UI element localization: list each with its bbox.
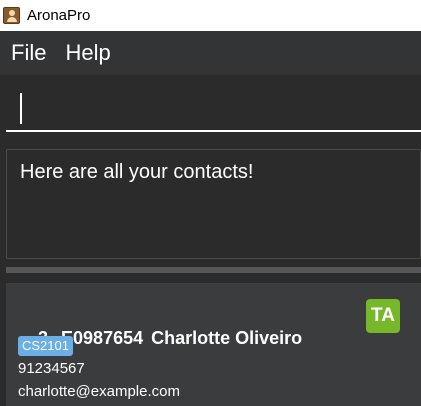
title-bar: AronaPro (0, 0, 421, 31)
result-display: Here are all your contacts! (6, 149, 421, 259)
command-input[interactable] (6, 85, 421, 130)
list-divider (6, 267, 421, 273)
menu-file[interactable]: File (11, 40, 46, 66)
tag-badge: CS2101 (18, 336, 73, 356)
command-box[interactable] (6, 85, 421, 132)
menu-help[interactable]: Help (65, 40, 110, 66)
contact-phone: 91234567 (18, 360, 85, 377)
contact-name: Charlotte Oliveiro (151, 328, 303, 348)
result-message: Here are all your contacts! (20, 161, 254, 183)
role-badge: TA (366, 299, 400, 333)
menu-bar: File Help (0, 31, 421, 75)
window-title: AronaPro (27, 7, 91, 24)
app-icon (3, 7, 20, 24)
contact-email: charlotte@example.com (18, 383, 180, 400)
contact-card[interactable]: 3.E0987654Charlotte Oliveiro TA CS2101 9… (6, 283, 421, 406)
contact-id: E0987654 (61, 328, 144, 348)
